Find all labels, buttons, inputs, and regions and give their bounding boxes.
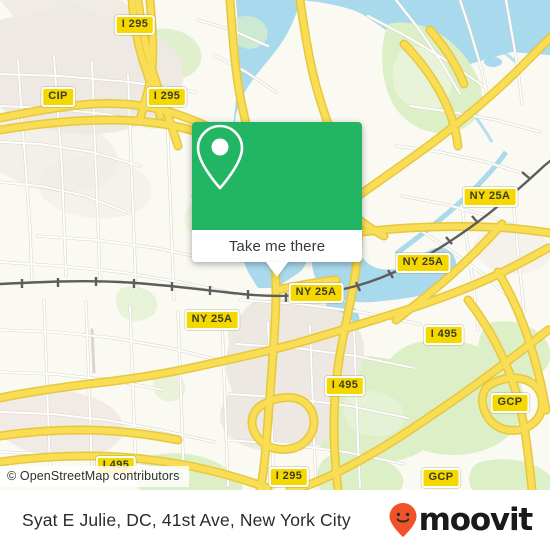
bottom-info-bar: Syat E Julie, DC, 41st Ave, New York Cit…	[0, 490, 550, 550]
popup-card-tail	[266, 262, 288, 277]
road-shield: I 295	[146, 87, 188, 107]
destination-popup-card[interactable]: Take me there	[192, 122, 362, 277]
take-me-there-button[interactable]: Take me there	[192, 230, 362, 262]
road-shield: I 295	[268, 467, 310, 487]
address-label: Syat E Julie, DC, 41st Ave, New York Cit…	[22, 509, 351, 530]
road-shield: I 495	[423, 325, 465, 345]
moovit-wordmark: moovit	[418, 501, 534, 538]
road-shield: I 295	[114, 15, 156, 35]
road-shield: CIP	[41, 87, 75, 107]
road-shield: NY 25A	[462, 187, 518, 207]
map-canvas[interactable]: I 295 I 295 CIP NY 25A NY 25A NY 25A NY 25A I 4…	[0, 0, 550, 490]
take-me-there-label: Take me there	[228, 237, 326, 255]
road-shield: NY 25A	[184, 310, 240, 330]
popup-card-image-area	[192, 122, 362, 230]
moovit-map-screenshot: I 295 I 295 CIP NY 25A NY 25A NY 25A NY 25A I 4…	[0, 0, 550, 550]
map-attribution[interactable]: © OpenStreetMap contributors	[0, 466, 189, 487]
road-shield: NY 25A	[395, 253, 451, 273]
road-shield: NY 25A	[288, 283, 344, 303]
location-pin-icon	[196, 124, 244, 190]
road-shield: GCP	[421, 468, 461, 488]
road-shield: GCP	[490, 393, 530, 413]
moovit-pin-icon	[389, 503, 417, 537]
moovit-logo[interactable]: moovit	[388, 501, 534, 538]
road-shield: I 495	[324, 376, 366, 396]
